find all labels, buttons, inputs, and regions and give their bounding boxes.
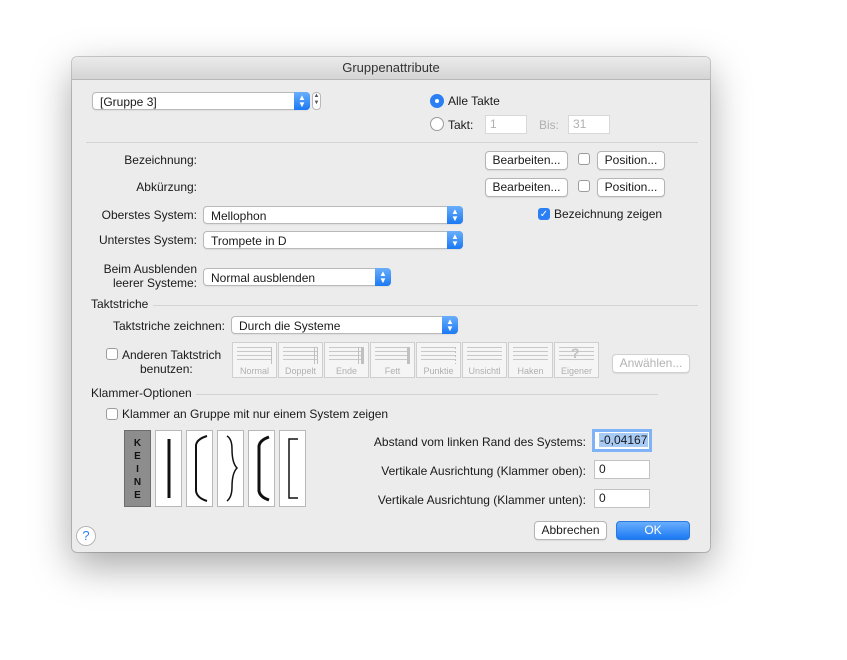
question-mark-icon: ? xyxy=(571,345,580,361)
group-attributes-dialog: Gruppenattribute [Gruppe 3] ▲ ▼ ▲ ▼ Alle T… xyxy=(72,57,710,552)
draw-barlines-label: Taktstriche zeichnen: xyxy=(112,319,225,333)
abbr-position-button[interactable]: Position... xyxy=(597,178,665,197)
separator xyxy=(153,305,698,306)
show-name-label: Bezeichnung zeigen xyxy=(554,207,663,221)
measure-radio[interactable] xyxy=(430,117,444,131)
barline-custom-tile[interactable]: ? Eigener xyxy=(554,342,599,378)
barline-type-label: Ende xyxy=(335,366,358,376)
edit-abbr-name-button[interactable]: Bearbeiten... xyxy=(485,178,568,197)
separator xyxy=(196,394,658,395)
left-offset-label: Abstand vom linken Rand des Systems: xyxy=(373,435,586,449)
barline-invisible-tile[interactable]: Unsichtl xyxy=(462,342,507,378)
bracket-bottom-label: Vertikale Ausrichtung (Klammer unten): xyxy=(377,493,586,507)
top-staff-select[interactable]: Mellophon ▲ ▼ xyxy=(203,206,463,224)
bracket-top-field[interactable]: 0 xyxy=(594,460,650,479)
group-select[interactable]: [Gruppe 3] ▲ ▼ xyxy=(92,92,310,110)
group-select-value: [Gruppe 3] xyxy=(100,95,157,109)
bottom-staff-label: Unterstes System: xyxy=(98,233,197,247)
group-stepper[interactable]: ▲ ▼ xyxy=(312,92,321,110)
bracket-square-tile[interactable] xyxy=(279,430,306,507)
barline-type-label: Eigener xyxy=(560,366,593,376)
cancel-button[interactable]: Abbrechen xyxy=(534,521,607,540)
letter: E xyxy=(134,490,141,501)
barline-end-tile[interactable]: Ende xyxy=(324,342,369,378)
barline-dashed-tile[interactable]: Punktie xyxy=(416,342,461,378)
barline-type-label: Punktie xyxy=(423,366,454,376)
full-name-position-button[interactable]: Position... xyxy=(597,151,665,170)
help-button[interactable]: ? xyxy=(76,526,96,546)
barline-type-label: Normal xyxy=(239,366,269,376)
barline-double-tile[interactable]: Doppelt xyxy=(278,342,323,378)
chevron-updown-icon: ▲ ▼ xyxy=(375,268,391,286)
measure-from-field[interactable]: 1 xyxy=(485,115,527,134)
all-measures-label: Alle Takte xyxy=(448,94,500,108)
left-offset-value: -0,04167 xyxy=(599,433,649,447)
left-offset-field[interactable]: -0,04167 xyxy=(592,429,652,452)
top-staff-label: Oberstes System: xyxy=(101,208,197,222)
hide-empty-value: Normal ausblenden xyxy=(211,271,316,285)
other-barline-label-line2: benutzen: xyxy=(140,362,193,376)
full-name-label: Bezeichnung: xyxy=(124,153,197,167)
edit-full-name-button[interactable]: Bearbeiten... xyxy=(485,151,568,170)
chevron-updown-icon: ▲ ▼ xyxy=(447,231,463,249)
bottom-staff-select[interactable]: Trompete in D ▲ ▼ xyxy=(203,231,463,249)
measure-to-field[interactable]: 31 xyxy=(568,115,610,134)
square-bracket-icon xyxy=(288,438,298,499)
hide-empty-label-line1: Beim Ausblenden xyxy=(103,262,197,276)
letter: I xyxy=(136,464,139,475)
bracket-plain-tile[interactable] xyxy=(155,430,182,507)
letter: K xyxy=(133,438,142,449)
select-barline-button[interactable]: Anwählen... xyxy=(612,354,690,373)
hide-empty-select[interactable]: Normal ausblenden ▲ ▼ xyxy=(203,268,391,286)
hide-empty-label-line2: leerer Systeme: xyxy=(112,276,197,290)
draw-barlines-value: Durch die Systeme xyxy=(239,319,341,333)
abbr-position-checkbox[interactable] xyxy=(578,180,590,192)
chevron-updown-icon: ▲ ▼ xyxy=(442,316,458,334)
barline-type-label: Doppelt xyxy=(284,366,317,376)
draw-barlines-select[interactable]: Durch die Systeme ▲ ▼ xyxy=(231,316,458,334)
curved-bracket-icon xyxy=(195,435,208,502)
bracket-none-tile[interactable]: K E I N E xyxy=(124,430,151,507)
brace-icon xyxy=(226,435,239,502)
ok-button[interactable]: OK xyxy=(616,521,690,540)
bracket-thick-curved-tile[interactable] xyxy=(248,430,275,507)
letter: E xyxy=(134,451,141,462)
barline-type-label: Haken xyxy=(517,366,544,376)
barline-type-label: Unsichtl xyxy=(468,366,501,376)
barlines-section-label: Taktstriche xyxy=(91,297,149,311)
bracket-section-label: Klammer-Optionen xyxy=(91,386,192,400)
all-measures-radio[interactable] xyxy=(430,94,444,108)
separator xyxy=(86,142,698,143)
thick-bracket-icon xyxy=(257,435,270,502)
other-barline-checkbox[interactable] xyxy=(106,348,118,360)
bracket-bottom-field[interactable]: 0 xyxy=(594,489,650,508)
top-staff-value: Mellophon xyxy=(211,209,267,223)
bracket-curved-tile[interactable] xyxy=(186,430,213,507)
single-staff-bracket-checkbox[interactable] xyxy=(106,408,118,420)
other-barline-label-line1: Anderen Taktstrich xyxy=(122,348,222,362)
dialog-title: Gruppenattribute xyxy=(72,57,710,80)
bottom-staff-value: Trompete in D xyxy=(211,234,287,248)
bracket-none-label: K E I N E xyxy=(125,437,150,502)
barline-type-label: Fett xyxy=(384,366,401,376)
abbr-name-label: Abkürzung: xyxy=(136,180,197,194)
bracket-top-label: Vertikale Ausrichtung (Klammer oben): xyxy=(381,464,586,478)
show-name-checkbox[interactable]: ✓ xyxy=(538,208,550,220)
bracket-brace-tile[interactable] xyxy=(217,430,244,507)
barline-normal-tile[interactable]: Normal xyxy=(232,342,277,378)
measure-label: Takt: xyxy=(448,118,474,132)
measure-to-label: Bis: xyxy=(539,118,560,132)
single-staff-bracket-label: Klammer an Gruppe mit nur einem System z… xyxy=(122,407,389,421)
barline-tick-tile[interactable]: Haken xyxy=(508,342,553,378)
chevron-updown-icon: ▲ ▼ xyxy=(447,206,463,224)
barline-thick-tile[interactable]: Fett xyxy=(370,342,415,378)
letter: N xyxy=(133,477,142,488)
full-name-position-checkbox[interactable] xyxy=(578,153,590,165)
plain-bracket-icon xyxy=(167,439,171,498)
chevron-updown-icon: ▲ ▼ xyxy=(294,92,310,110)
